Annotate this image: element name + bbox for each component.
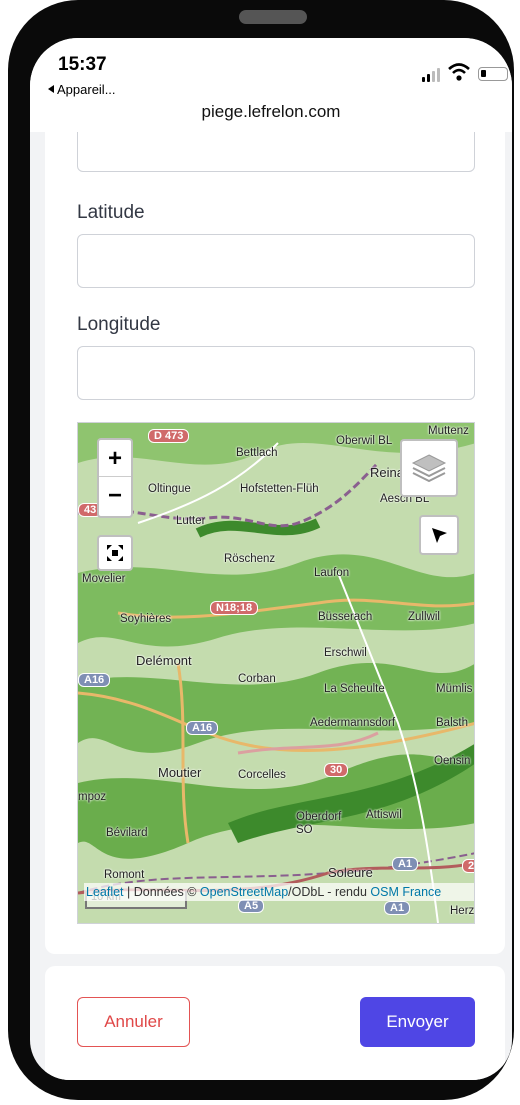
road-shield: A16 xyxy=(78,673,111,687)
battery-icon xyxy=(478,67,508,81)
layers-button[interactable] xyxy=(400,439,458,497)
map-place: Attiswil xyxy=(366,809,402,821)
fullscreen-icon xyxy=(107,545,123,561)
latitude-label: Latitude xyxy=(77,202,145,223)
map-place: Corban xyxy=(238,673,276,685)
clock: 15:37 xyxy=(58,54,107,75)
leaflet-link[interactable]: Leaflet xyxy=(86,885,124,899)
map-place: Lutter xyxy=(176,515,206,527)
layers-icon xyxy=(411,454,447,483)
map-place: Balsth xyxy=(436,717,468,729)
map-place: Zullwil xyxy=(408,611,440,623)
map-place: Erschwil xyxy=(324,647,367,659)
map-place: La Scheulte xyxy=(324,683,385,695)
map-place: Röschenz xyxy=(224,553,276,565)
road-shield: N18;18 xyxy=(210,601,259,615)
signal-icon xyxy=(422,68,442,82)
map-place: mpoz xyxy=(78,791,107,803)
road-shield: A1 xyxy=(384,901,411,915)
osm-link[interactable]: OpenStreetMap xyxy=(200,885,288,899)
zoom-control: + − xyxy=(97,438,133,518)
road-shield: A5 xyxy=(238,899,265,913)
road-shield: 2 xyxy=(462,859,474,873)
map-place: Bévilard xyxy=(106,827,148,839)
zoom-in-button[interactable]: + xyxy=(99,440,131,477)
fullscreen-button[interactable] xyxy=(97,535,133,571)
cancel-button[interactable]: Annuler xyxy=(77,997,190,1047)
map-place: Laufon xyxy=(314,567,350,579)
map-place: Muttenz xyxy=(428,425,469,437)
back-label: Appareil... xyxy=(57,82,116,97)
speaker-notch xyxy=(239,10,307,24)
map-place: Corcelles xyxy=(238,769,286,781)
locate-button[interactable] xyxy=(419,515,459,555)
map-attribution: Leaflet | Données © OpenStreetMap/ODbL -… xyxy=(84,883,474,901)
map-place: Soleure xyxy=(328,865,373,880)
map-place: Büsserach xyxy=(318,611,373,623)
attribution-text: | Données © xyxy=(123,885,200,899)
location-arrow-icon xyxy=(432,528,447,543)
license-text: /ODbL - rendu xyxy=(288,885,371,899)
wifi-icon xyxy=(448,63,470,81)
status-bar: 15:37 Appareil... piege.lefrelon.com xyxy=(30,38,512,132)
map-place: Oberdorf SO xyxy=(296,811,342,836)
submit-button[interactable]: Envoyer xyxy=(360,997,475,1047)
road-shield: 30 xyxy=(324,763,349,777)
zoom-out-button[interactable]: − xyxy=(99,477,131,514)
phone-screen: Latitude Longitude Muttenz Oberwil BL Be… xyxy=(30,38,512,1080)
longitude-input[interactable] xyxy=(77,346,475,400)
osm-france-link[interactable]: OSM France xyxy=(370,885,441,899)
back-arrow-icon xyxy=(48,85,54,93)
longitude-label: Longitude xyxy=(77,314,161,335)
map-place: Oltingue xyxy=(148,483,191,495)
map-place: Bettlach xyxy=(236,447,278,459)
map-place: Herz xyxy=(450,905,475,917)
map-place: Delémont xyxy=(136,653,192,668)
map-place: Oberwil BL xyxy=(336,435,393,447)
map-place: Moutier xyxy=(158,765,202,780)
page-url[interactable]: piege.lefrelon.com xyxy=(30,102,512,122)
latitude-input[interactable] xyxy=(77,234,475,288)
back-to-app-link[interactable]: Appareil... xyxy=(48,82,116,97)
map-place: Movelier xyxy=(82,573,126,585)
map-place: Oensin xyxy=(434,755,471,767)
map-view[interactable]: Muttenz Oberwil BL Bettlach Reinach Olti… xyxy=(77,422,475,924)
road-shield: D 473 xyxy=(148,429,190,443)
map-place: Aedermannsdorf xyxy=(310,717,396,729)
map-place: Hofstetten-Flüh xyxy=(240,483,319,495)
map-place: Soyhières xyxy=(120,613,172,625)
road-shield: A1 xyxy=(392,857,419,871)
phone-frame: Latitude Longitude Muttenz Oberwil BL Be… xyxy=(8,0,514,1100)
map-place: Romont xyxy=(104,869,145,881)
road-shield: A16 xyxy=(186,721,219,735)
map-place: Mümlis xyxy=(436,683,473,695)
